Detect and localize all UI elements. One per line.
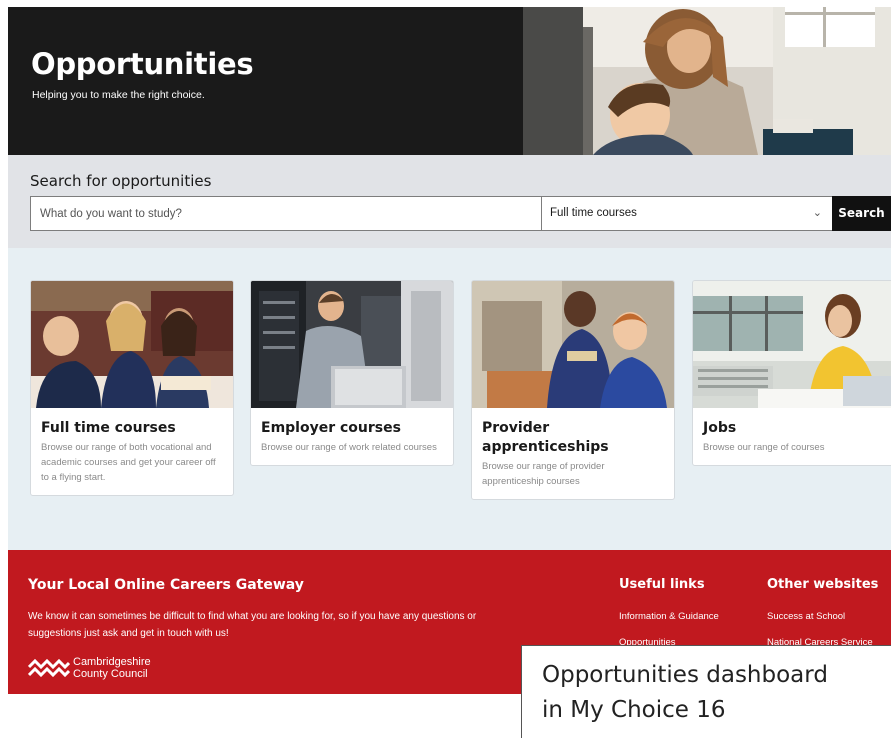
students-classroom-image — [31, 281, 233, 408]
course-type-select-value: Full time courses — [550, 207, 637, 219]
caption-line-1: Opportunities dashboard — [542, 662, 828, 688]
logo-line-1: Cambridgeshire — [73, 656, 151, 668]
chevron-down-icon: ⌄ — [812, 207, 822, 219]
caption-line-2: in My Choice 16 — [542, 697, 726, 723]
card-employer-courses[interactable]: Employer courses Browse our range of wor… — [250, 280, 454, 466]
logo-text: Cambridgeshire County Council — [73, 656, 151, 680]
opportunity-cards-section: Full time courses Browse our range of bo… — [8, 248, 891, 550]
card-title: Jobs — [703, 420, 737, 436]
course-type-select[interactable]: Full time courses ⌄ — [541, 196, 833, 231]
card-description: Browse our range of provider apprentices… — [482, 461, 605, 487]
card-jobs[interactable]: Jobs Browse our range of courses — [692, 280, 891, 466]
student-studying-image — [693, 281, 891, 408]
logo-line-2: County Council — [73, 668, 148, 680]
cambridgeshire-logo-icon — [28, 658, 70, 678]
card-description: Browse our range of both vocational and … — [41, 442, 216, 483]
card-title: Full time courses — [41, 420, 176, 436]
search-heading: Search for opportunities — [30, 172, 212, 190]
hero-banner: Opportunities Helping you to make the ri… — [8, 7, 891, 155]
card-description: Browse our range of work related courses — [261, 442, 437, 453]
search-section: Search for opportunities Full time cours… — [8, 155, 891, 248]
page-title: Opportunities — [31, 47, 254, 81]
card-provider-apprenticeships[interactable]: Provider apprenticeships Browse our rang… — [471, 280, 675, 500]
server-room-image — [251, 281, 453, 408]
useful-links-heading: Useful links — [619, 577, 705, 592]
workshop-apprentice-image — [472, 281, 674, 408]
footer-text: We know it can sometimes be difficult to… — [28, 611, 477, 639]
card-title: Employer courses — [261, 420, 401, 436]
footer-heading: Your Local Online Careers Gateway — [28, 577, 304, 593]
card-full-time-courses[interactable]: Full time courses Browse our range of bo… — [30, 280, 234, 496]
council-logo[interactable]: Cambridgeshire County Council — [28, 656, 151, 680]
caption-box: Opportunities dashboard in My Choice 16 — [521, 645, 891, 738]
search-input[interactable] — [30, 196, 542, 231]
footer-link-information-guidance[interactable]: Information & Guidance — [619, 611, 719, 622]
search-button[interactable]: Search — [832, 196, 891, 231]
card-description: Browse our range of courses — [703, 442, 825, 453]
other-websites-heading: Other websites — [767, 577, 879, 592]
card-title: Provider apprenticeships — [482, 420, 609, 455]
page: Opportunities Helping you to make the ri… — [8, 7, 891, 694]
hero-photo — [523, 7, 891, 155]
page-subtitle: Helping you to make the right choice. — [32, 89, 205, 101]
footer-link-success-at-school[interactable]: Success at School — [767, 611, 845, 622]
